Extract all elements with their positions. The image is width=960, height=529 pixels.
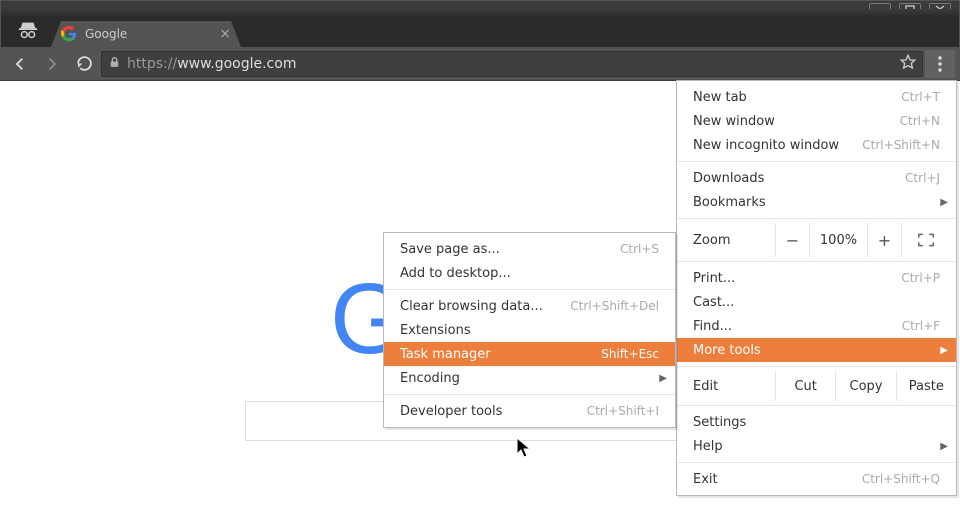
menu-bookmarks[interactable]: Bookmarks▶ <box>677 190 956 214</box>
address-bar[interactable]: https://www.google.com <box>101 51 923 77</box>
menu-print[interactable]: Print...Ctrl+P <box>677 266 956 290</box>
incognito-icon <box>17 19 39 45</box>
zoom-label: Zoom <box>677 233 775 248</box>
edit-paste-button[interactable]: Paste <box>896 371 956 401</box>
edit-label: Edit <box>677 371 775 401</box>
menu-more-tools[interactable]: More tools▶ <box>677 338 956 362</box>
menu-new-window[interactable]: New windowCtrl+N <box>677 109 956 133</box>
browser-window: Google × https://www.google.com <box>0 0 960 529</box>
menu-find[interactable]: Find...Ctrl+F <box>677 314 956 338</box>
zoom-value: 100% <box>809 223 867 257</box>
menu-new-tab[interactable]: New tabCtrl+T <box>677 85 956 109</box>
chrome-main-menu: New tabCtrl+T New windowCtrl+N New incog… <box>676 80 957 496</box>
submenu-developer-tools[interactable]: Developer toolsCtrl+Shift+I <box>384 399 675 423</box>
tab-title: Google <box>85 27 211 41</box>
menu-cast[interactable]: Cast... <box>677 290 956 314</box>
google-favicon-icon <box>61 26 77 42</box>
bookmark-star-icon[interactable] <box>900 54 916 74</box>
menu-new-incognito[interactable]: New incognito windowCtrl+Shift+N <box>677 133 956 157</box>
submenu-save-page[interactable]: Save page as...Ctrl+S <box>384 237 675 261</box>
lock-icon <box>108 55 121 73</box>
submenu-extensions[interactable]: Extensions <box>384 318 675 342</box>
chevron-right-icon: ▶ <box>940 197 948 208</box>
window-titlebar <box>0 0 960 17</box>
submenu-clear-browsing-data[interactable]: Clear browsing data...Ctrl+Shift+Del <box>384 294 675 318</box>
chrome-menu-button[interactable] <box>925 50 955 78</box>
submenu-task-manager[interactable]: Task managerShift+Esc <box>384 342 675 366</box>
menu-settings[interactable]: Settings <box>677 410 956 434</box>
url-text: https://www.google.com <box>127 56 894 72</box>
chevron-right-icon: ▶ <box>940 441 948 452</box>
reload-button[interactable] <box>69 50 99 78</box>
tab-close-icon[interactable]: × <box>219 27 231 41</box>
edit-cut-button[interactable]: Cut <box>775 371 835 401</box>
submenu-encoding[interactable]: Encoding▶ <box>384 366 675 390</box>
toolbar: https://www.google.com <box>0 47 960 81</box>
zoom-in-button[interactable]: + <box>867 223 901 257</box>
menu-downloads[interactable]: DownloadsCtrl+J <box>677 166 956 190</box>
menu-help[interactable]: Help▶ <box>677 434 956 458</box>
more-tools-submenu: Save page as...Ctrl+S Add to desktop... … <box>383 232 676 428</box>
chevron-right-icon: ▶ <box>659 373 667 384</box>
menu-edit-row: Edit Cut Copy Paste <box>677 371 956 401</box>
menu-exit[interactable]: ExitCtrl+Shift+Q <box>677 467 956 491</box>
tabstrip: Google × <box>0 17 960 47</box>
tab-google[interactable]: Google × <box>51 21 241 47</box>
back-button[interactable] <box>5 50 35 78</box>
new-tab-button[interactable] <box>247 25 271 43</box>
chevron-right-icon: ▶ <box>940 345 948 356</box>
fullscreen-button[interactable] <box>901 223 949 257</box>
menu-zoom-row: Zoom − 100% + <box>677 223 956 257</box>
zoom-out-button[interactable]: − <box>775 223 809 257</box>
submenu-add-to-desktop[interactable]: Add to desktop... <box>384 261 675 285</box>
edit-copy-button[interactable]: Copy <box>835 371 895 401</box>
forward-button[interactable] <box>37 50 67 78</box>
